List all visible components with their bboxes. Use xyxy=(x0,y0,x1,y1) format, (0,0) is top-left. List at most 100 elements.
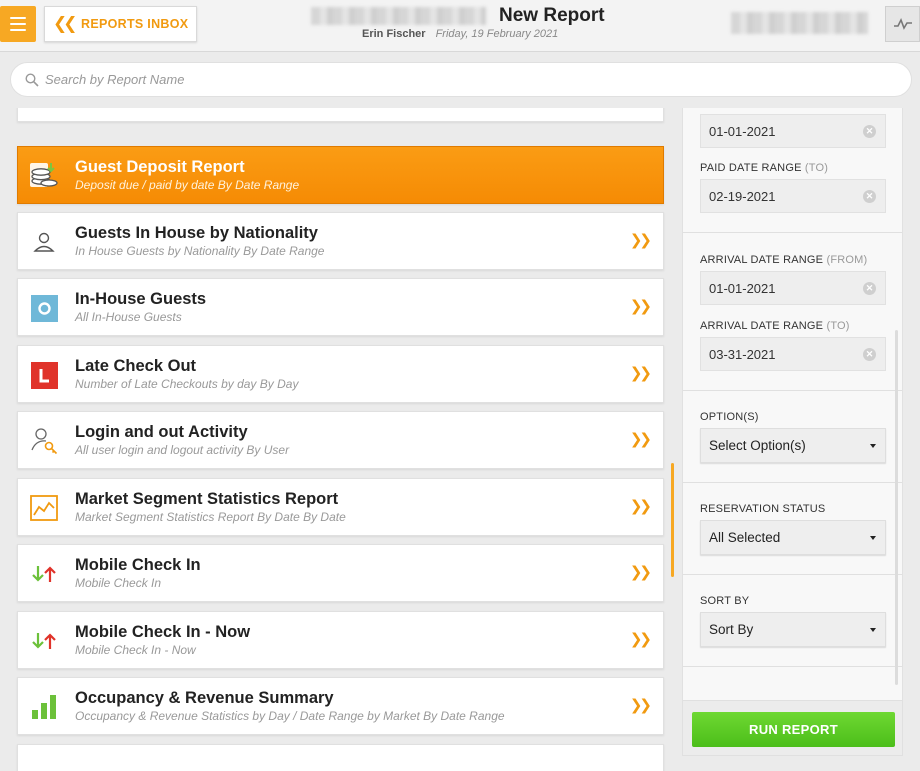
report-row-guest-deposit[interactable]: Guest Deposit Report Deposit due / paid … xyxy=(17,146,664,204)
clear-icon[interactable]: ✕ xyxy=(863,348,876,361)
report-subtitle: All In-House Guests xyxy=(75,310,182,324)
search-icon xyxy=(25,72,39,87)
label-suffix: (TO) xyxy=(826,320,850,332)
reservation-status-section: RESERVATION STATUS All Selected xyxy=(683,483,902,575)
report-subtitle: Deposit due / paid by date By Date Range xyxy=(75,178,300,192)
sort-by-label: SORT BY xyxy=(700,595,750,607)
open-report-chevron-icon[interactable]: ❯❯ xyxy=(630,696,652,714)
options-label: OPTION(S) xyxy=(700,411,759,423)
page-title: New Report xyxy=(499,5,605,26)
report-row-mobile-check-in-now[interactable]: Mobile Check In - Now Mobile Check In - … xyxy=(17,611,664,669)
paid-date-from-value: 01-01-2021 xyxy=(709,123,776,139)
sort-by-section: SORT BY Sort By xyxy=(683,575,902,667)
filter-panel-scrollbar[interactable] xyxy=(895,330,898,685)
report-row-mobile-check-in[interactable]: Mobile Check In Mobile Check In ❯❯ xyxy=(17,544,664,602)
arrival-date-section: ARRIVAL DATE RANGE (FROM) 01-01-2021 ✕ A… xyxy=(683,233,902,391)
header-subtitle: Erin Fischer Friday, 19 February 2021 xyxy=(362,28,558,40)
label-suffix: (FROM) xyxy=(826,254,868,266)
blue-square-circle-icon xyxy=(28,292,60,324)
report-row-login-activity[interactable]: Login and out Activity All user login an… xyxy=(17,411,664,469)
reports-inbox-button[interactable]: ❮❮ REPORTS INBOX xyxy=(44,6,197,42)
reservation-status-label: RESERVATION STATUS xyxy=(700,503,826,515)
filter-panel: 01-01-2021 ✕ PAID DATE RANGE (TO) 02-19-… xyxy=(682,108,903,700)
hamburger-menu-button[interactable] xyxy=(0,6,36,42)
report-title: Login and out Activity xyxy=(75,423,248,441)
report-subtitle: In House Guests by Nationality By Date R… xyxy=(75,244,325,258)
search-bar-area xyxy=(0,52,920,108)
arrival-date-to-value: 03-31-2021 xyxy=(709,346,776,362)
report-subtitle: Mobile Check In - Now xyxy=(75,643,196,657)
report-subtitle: Market Segment Statistics Report By Date… xyxy=(75,510,346,524)
report-title: Guests In House by Nationality xyxy=(75,224,318,242)
clear-icon[interactable]: ✕ xyxy=(863,282,876,295)
report-row-partial[interactable] xyxy=(17,744,664,771)
down-up-arrows-icon xyxy=(28,625,60,657)
search-box[interactable] xyxy=(10,62,912,97)
report-row-occupancy-revenue[interactable]: Occupancy & Revenue Summary Occupancy & … xyxy=(17,677,664,735)
open-report-chevron-icon[interactable]: ❯❯ xyxy=(630,563,652,581)
menu-bar xyxy=(10,17,26,19)
report-title: Late Check Out xyxy=(75,357,197,375)
report-title: Occupancy & Revenue Summary xyxy=(75,689,334,707)
options-select-value: Select Option(s) xyxy=(709,438,806,453)
menu-bar xyxy=(10,23,26,25)
blurred-account-info xyxy=(731,12,868,34)
open-report-chevron-icon[interactable]: ❯❯ xyxy=(630,364,652,382)
reservation-status-value: All Selected xyxy=(709,530,781,545)
open-report-chevron-icon[interactable]: ❯❯ xyxy=(630,630,652,648)
caret-down-icon xyxy=(870,536,876,540)
open-report-chevron-icon[interactable]: ❯❯ xyxy=(630,430,652,448)
report-row-market-segment[interactable]: Market Segment Statistics Report Market … xyxy=(17,478,664,536)
arrival-date-from-field[interactable]: 01-01-2021 ✕ xyxy=(700,271,886,305)
label-text: ARRIVAL DATE RANGE xyxy=(700,254,824,266)
label-text: ARRIVAL DATE RANGE xyxy=(700,320,824,332)
current-date: Friday, 19 February 2021 xyxy=(435,28,559,40)
activity-button[interactable] xyxy=(885,6,920,42)
paid-date-from-field[interactable]: 01-01-2021 ✕ xyxy=(700,114,886,148)
run-report-button[interactable]: RUN REPORT xyxy=(692,712,895,747)
bar-chart-icon xyxy=(28,691,60,723)
down-up-arrows-icon xyxy=(28,558,60,590)
paid-date-section: 01-01-2021 ✕ PAID DATE RANGE (TO) 02-19-… xyxy=(683,108,902,233)
open-report-chevron-icon[interactable]: ❯❯ xyxy=(630,231,652,249)
clear-icon[interactable]: ✕ xyxy=(863,190,876,203)
menu-bar xyxy=(10,29,26,31)
double-chevron-left-icon: ❮❮ xyxy=(53,14,78,34)
report-row-guests-by-nationality[interactable]: Guests In House by Nationality In House … xyxy=(17,212,664,270)
arrival-date-from-value: 01-01-2021 xyxy=(709,280,776,296)
label-text: PAID DATE RANGE xyxy=(700,162,802,174)
person-outline-icon xyxy=(28,226,60,258)
open-report-chevron-icon[interactable]: ❯❯ xyxy=(630,497,652,515)
label-suffix: (TO) xyxy=(804,162,829,174)
report-subtitle: Mobile Check In xyxy=(75,576,162,590)
run-report-bar: RUN REPORT xyxy=(682,700,903,756)
report-row-partial[interactable] xyxy=(17,108,664,122)
report-list[interactable]: Guest Deposit Report Deposit due / paid … xyxy=(0,108,676,771)
clear-icon[interactable]: ✕ xyxy=(863,125,876,138)
report-title: Guest Deposit Report xyxy=(75,158,245,176)
report-subtitle: All user login and logout activity By Us… xyxy=(75,443,290,457)
options-select[interactable]: Select Option(s) xyxy=(700,428,886,463)
activity-line-icon xyxy=(893,18,912,30)
arrival-date-from-label: ARRIVAL DATE RANGE (FROM) xyxy=(700,254,867,266)
paid-date-to-field[interactable]: 02-19-2021 ✕ xyxy=(700,179,886,213)
app-header: ❮❮ REPORTS INBOX New Report Erin Fischer… xyxy=(0,0,920,52)
report-title: Mobile Check In - Now xyxy=(75,623,251,641)
search-input[interactable] xyxy=(45,72,645,87)
open-report-chevron-icon[interactable]: ❯❯ xyxy=(630,297,652,315)
reports-inbox-label: REPORTS INBOX xyxy=(81,17,189,31)
report-title: Market Segment Statistics Report xyxy=(75,490,339,508)
coins-icon xyxy=(28,160,60,192)
red-l-icon xyxy=(28,359,60,391)
arrival-date-to-field[interactable]: 03-31-2021 ✕ xyxy=(700,337,886,371)
report-subtitle: Number of Late Checkouts by day By Day xyxy=(75,377,299,391)
report-row-in-house-guests[interactable]: In-House Guests All In-House Guests ❯❯ xyxy=(17,278,664,336)
paid-date-to-value: 02-19-2021 xyxy=(709,188,776,204)
report-list-scrollbar[interactable] xyxy=(671,463,674,577)
reservation-status-select[interactable]: All Selected xyxy=(700,520,886,555)
report-title: Mobile Check In xyxy=(75,556,201,574)
report-row-late-check-out[interactable]: Late Check Out Number of Late Checkouts … xyxy=(17,345,664,403)
paid-date-to-label: PAID DATE RANGE (TO) xyxy=(700,162,828,174)
sort-by-select[interactable]: Sort By xyxy=(700,612,886,647)
arrival-date-to-label: ARRIVAL DATE RANGE (TO) xyxy=(700,320,850,332)
